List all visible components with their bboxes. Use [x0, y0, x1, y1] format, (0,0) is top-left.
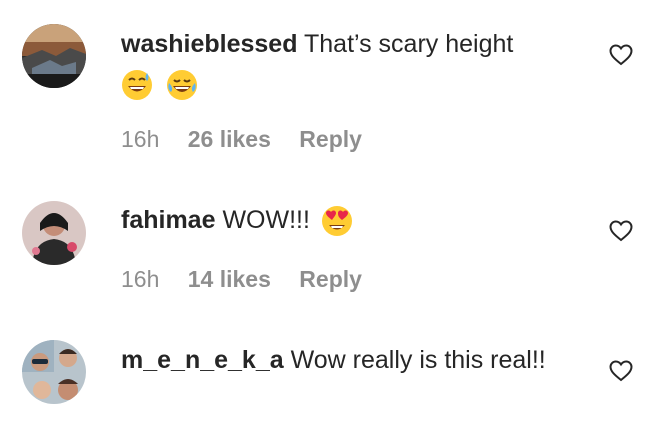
comment-meta: 16h 14 likes Reply — [121, 264, 384, 294]
comment-likes[interactable]: 14 likes — [188, 266, 271, 292]
comment-text: Wow really is this real!! — [290, 346, 546, 374]
heart-outline-icon[interactable] — [609, 359, 633, 383]
comment-username[interactable]: fahimae — [121, 206, 215, 234]
comment-text: WOW!!! — [222, 206, 310, 234]
comment-username[interactable]: m_e_n_e_k_a — [121, 346, 284, 374]
avatar[interactable] — [22, 340, 86, 404]
heart-outline-icon[interactable] — [609, 43, 633, 67]
reply-button[interactable]: Reply — [299, 126, 362, 152]
grinning-sweat-emoji — [122, 70, 152, 101]
reply-button[interactable]: Reply — [299, 266, 362, 292]
comment-username[interactable]: washieblessed — [121, 30, 297, 58]
comment-meta: 16h 26 likes Reply — [121, 124, 384, 154]
comment-time: 16h — [121, 266, 160, 292]
comment-time: 16h — [121, 126, 160, 152]
comment-text: That’s scary height — [303, 30, 514, 58]
tears-of-joy-emoji — [166, 70, 197, 101]
comment-likes[interactable]: 26 likes — [188, 126, 271, 152]
avatar[interactable] — [22, 201, 86, 265]
avatar[interactable] — [22, 24, 86, 88]
heart-outline-icon[interactable] — [609, 219, 633, 243]
heart-eyes-emoji — [321, 206, 352, 237]
